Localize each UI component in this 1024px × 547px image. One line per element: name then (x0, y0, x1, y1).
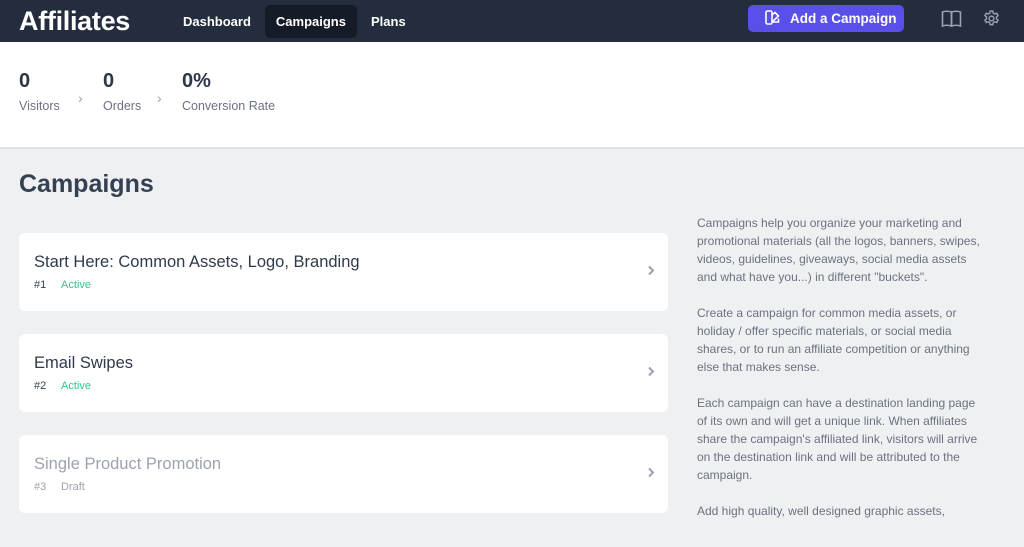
status-badge: Active (61, 279, 91, 291)
campaign-meta: #2 Active (34, 380, 91, 392)
chevron-right-icon: › (157, 90, 162, 106)
app-brand: Affiliates (19, 5, 131, 36)
settings-button[interactable] (982, 9, 1001, 33)
nav-plans[interactable]: Plans (360, 5, 417, 38)
campaign-meta: #1 Active (34, 279, 91, 291)
stat-visitors: 0 Visitors (19, 68, 60, 113)
gear-icon (982, 10, 1001, 32)
page-title: Campaigns (19, 170, 154, 198)
campaign-title: Single Product Promotion (34, 455, 222, 473)
campaign-card[interactable]: Single Product Promotion #3 Draft (19, 435, 668, 513)
campaign-meta: #3 Draft (34, 481, 85, 493)
chevron-right-icon (647, 263, 655, 281)
stat-value: 0 (19, 70, 31, 92)
stats-funnel: 0 Visitors › 0 Orders › 0% Conversion Ra… (0, 42, 1024, 149)
top-navigation-bar: Affiliates Dashboard Campaigns Plans Add… (0, 0, 1024, 42)
stat-label: Conversion Rate (182, 99, 276, 113)
campaign-number: #1 (34, 279, 47, 291)
campaign-title: Email Swipes (34, 354, 134, 372)
chevron-right-icon (647, 364, 655, 382)
campaign-number: #2 (34, 380, 47, 392)
help-paragraph: Each campaign can have a destination lan… (697, 396, 978, 482)
stat-conversion-rate: 0% Conversion Rate (182, 68, 275, 113)
add-campaign-label: Add a Campaign (790, 11, 897, 26)
help-paragraph: Campaigns help you organize your marketi… (697, 216, 980, 284)
status-badge: Active (61, 380, 91, 392)
campaigns-help-text: Campaigns help you organize your marketi… (697, 214, 987, 538)
help-paragraph: Add high quality, well designed graphic … (697, 504, 945, 518)
campaign-card[interactable]: Start Here: Common Assets, Logo, Brandin… (19, 233, 668, 311)
campaign-card[interactable]: Email Swipes #2 Active (19, 334, 668, 412)
campaign-title: Start Here: Common Assets, Logo, Brandin… (34, 253, 360, 271)
chevron-right-icon: › (78, 90, 83, 106)
docs-button[interactable] (941, 9, 962, 33)
nav-dashboard[interactable]: Dashboard (172, 5, 262, 38)
stat-value: 0% (182, 70, 211, 92)
stat-value: 0 (103, 70, 115, 92)
stat-orders: 0 Orders (103, 68, 141, 113)
add-campaign-button[interactable]: Add a Campaign (748, 5, 904, 32)
campaign-shapes-icon (764, 9, 790, 29)
status-badge: Draft (61, 481, 85, 493)
stat-label: Visitors (19, 99, 60, 113)
help-paragraph: Create a campaign for common media asset… (697, 306, 970, 374)
book-icon (941, 10, 962, 32)
stat-label: Orders (103, 99, 142, 113)
chevron-right-icon (647, 465, 655, 483)
campaign-number: #3 (34, 481, 47, 493)
main-nav: Dashboard Campaigns Plans (172, 4, 420, 38)
nav-campaigns[interactable]: Campaigns (264, 4, 357, 38)
